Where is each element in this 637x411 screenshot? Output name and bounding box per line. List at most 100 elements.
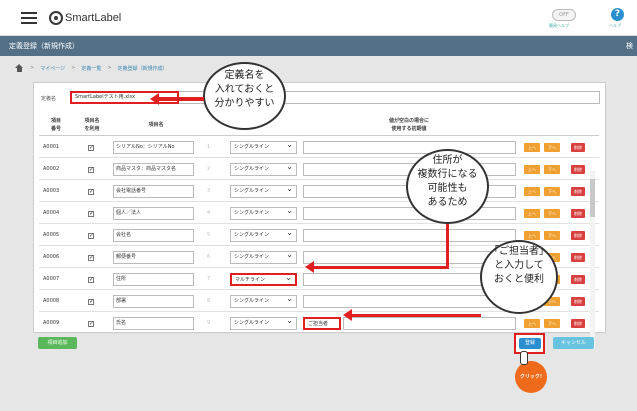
page-title-bar: 定義登録（新規作成） 検 — [0, 36, 637, 56]
item-index: 3 — [207, 188, 211, 194]
scrollbar-thumb[interactable] — [590, 179, 595, 217]
move-up-button[interactable]: 上へ — [524, 143, 540, 152]
move-down-button[interactable]: 下へ — [544, 209, 560, 218]
use-name-checkbox[interactable]: ✓ — [88, 145, 94, 151]
move-up-button[interactable]: 上へ — [524, 165, 540, 174]
callout-line: 「ご担当者」 — [489, 246, 549, 257]
home-icon[interactable] — [15, 64, 24, 72]
line-type-select[interactable]: シングルライン — [230, 293, 297, 308]
default-value-input[interactable] — [303, 295, 516, 308]
delete-button[interactable]: 削除 — [571, 187, 585, 196]
menu-icon[interactable] — [21, 12, 37, 24]
move-up-button[interactable]: 上へ — [524, 209, 540, 218]
table-scrollbar[interactable] — [590, 171, 595, 349]
use-name-checkbox[interactable]: ✓ — [88, 233, 94, 239]
default-value-input[interactable] — [303, 229, 516, 242]
delete-button[interactable]: 削除 — [571, 231, 585, 240]
register-button[interactable]: 登録 — [519, 338, 541, 349]
delete-button[interactable]: 削除 — [571, 143, 585, 152]
default-value-field-outline[interactable] — [343, 317, 516, 330]
delete-button[interactable]: 削除 — [571, 165, 585, 174]
callout-definition-name: 定義名を 入れておくと 分かりやすい — [203, 62, 286, 130]
move-down-button[interactable]: 下へ — [544, 143, 560, 152]
line-type-select[interactable]: シングルライン — [230, 249, 297, 264]
callout-line: 可能性も — [427, 183, 468, 194]
callout-line: 定義名を — [224, 70, 265, 81]
line-type-select[interactable]: シングルライン — [230, 227, 297, 242]
line-type-select[interactable]: シングルライン — [230, 315, 297, 330]
move-up-button[interactable]: 上へ — [524, 187, 540, 196]
help-caption: ヘルプ — [609, 23, 621, 28]
item-name-input[interactable]: 郵便番号 — [113, 251, 194, 264]
default-value-input[interactable] — [303, 141, 516, 154]
item-name-input[interactable]: 個人／法人 — [113, 207, 194, 220]
line-type-select[interactable]: シングルライン — [230, 205, 297, 220]
use-name-checkbox[interactable]: ✓ — [88, 277, 94, 283]
breadcrumb-mypage[interactable]: マイページ — [40, 65, 65, 72]
breadcrumb: > マイページ > 定義一覧 > 定義登録（新規作成） — [15, 64, 174, 72]
move-up-button[interactable]: 上へ — [524, 231, 540, 240]
use-name-checkbox[interactable]: ✓ — [88, 189, 94, 195]
line-type-select[interactable]: シングルライン — [230, 139, 297, 154]
delete-button[interactable]: 削除 — [571, 275, 585, 284]
use-name-checkbox[interactable]: ✓ — [88, 167, 94, 173]
easy-help-toggle[interactable]: OFF — [552, 9, 576, 21]
delete-button[interactable]: 削除 — [571, 209, 585, 218]
use-name-checkbox[interactable]: ✓ — [88, 299, 94, 305]
callout-arrow-1 — [158, 97, 204, 101]
move-up-button[interactable]: 上へ — [524, 319, 540, 328]
move-down-button[interactable]: 下へ — [544, 187, 560, 196]
item-number: A0003 — [43, 188, 60, 194]
register-highlight: 登録 — [514, 333, 545, 354]
use-name-checkbox[interactable]: ✓ — [88, 255, 94, 261]
item-name-input[interactable]: 部署 — [113, 295, 194, 308]
click-badge: クリック! — [515, 361, 547, 393]
breadcrumb-list[interactable]: 定義一覧 — [81, 65, 101, 72]
item-number: A0007 — [43, 276, 60, 282]
default-value-input[interactable]: ご担当者 — [303, 317, 341, 330]
item-number: A0002 — [43, 166, 60, 172]
line-type-select[interactable]: シングルライン — [230, 183, 297, 198]
breadcrumb-sep: > — [107, 65, 112, 71]
item-name-input[interactable]: シリアルNo：シリアルNo — [113, 141, 194, 154]
move-down-button[interactable]: 下へ — [544, 165, 560, 174]
breadcrumb-sep: > — [30, 65, 35, 71]
arrowhead-1 — [150, 93, 159, 105]
help-icon[interactable]: ? — [611, 8, 624, 21]
pointer-hand-icon — [520, 351, 528, 365]
use-name-checkbox[interactable]: ✓ — [88, 211, 94, 217]
item-name-input[interactable]: 会社名 — [113, 229, 194, 242]
item-index: 9 — [207, 320, 211, 326]
delete-button[interactable]: 削除 — [571, 319, 585, 328]
move-down-button[interactable]: 下へ — [544, 231, 560, 240]
item-index: 2 — [207, 166, 211, 172]
easy-help-caption: 簡易ヘルプ — [549, 23, 569, 28]
table-row: A0002 ✓ 商品マスタ：商品マスタ名 2 シングルライン 上へ下へ 削除 — [39, 158, 599, 180]
move-down-button[interactable]: 下へ — [544, 319, 560, 328]
table-row: A0009 ✓ 氏名 9 シングルラインご担当者 上へ下へ 削除 — [39, 312, 599, 334]
callout-default-value: 「ご担当者」 と入力して おくと便利 — [480, 240, 558, 314]
item-name-input[interactable]: 会社電話番号 — [113, 185, 194, 198]
item-index: 6 — [207, 254, 211, 260]
col-header-blank: 値が空白の場合に 使用する初期値 — [388, 118, 429, 132]
use-name-checkbox[interactable]: ✓ — [88, 321, 94, 327]
callout-line: 分かりやすい — [214, 98, 275, 109]
table-row: A0003 ✓ 会社電話番号 3 シングルライン 上へ下へ 削除 — [39, 180, 599, 202]
breadcrumb-sep: > — [71, 65, 76, 71]
item-number: A0006 — [43, 254, 60, 260]
item-name-input[interactable]: 氏名 — [113, 317, 194, 330]
cancel-button[interactable]: キャンセル — [553, 337, 594, 349]
line-type-select[interactable]: シングルライン — [230, 161, 297, 176]
col-header-use: 項目名 を利用 — [84, 118, 100, 132]
title-right-text: 検 — [626, 42, 633, 50]
item-index: 5 — [207, 232, 211, 238]
callout-line: 住所が — [432, 155, 463, 166]
item-name-input[interactable]: 住所 — [113, 273, 194, 286]
line-type-select[interactable]: マルチライン — [230, 272, 297, 286]
item-number: A0001 — [43, 144, 60, 150]
add-item-button[interactable]: 項目追加 — [38, 337, 77, 349]
delete-button[interactable]: 削除 — [571, 297, 585, 306]
item-name-input[interactable]: 商品マスタ：商品マスタ名 — [113, 163, 194, 176]
callout-address-multiline: 住所が 複数行になる 可能性も あるため — [406, 149, 489, 224]
delete-button[interactable]: 削除 — [571, 253, 585, 262]
